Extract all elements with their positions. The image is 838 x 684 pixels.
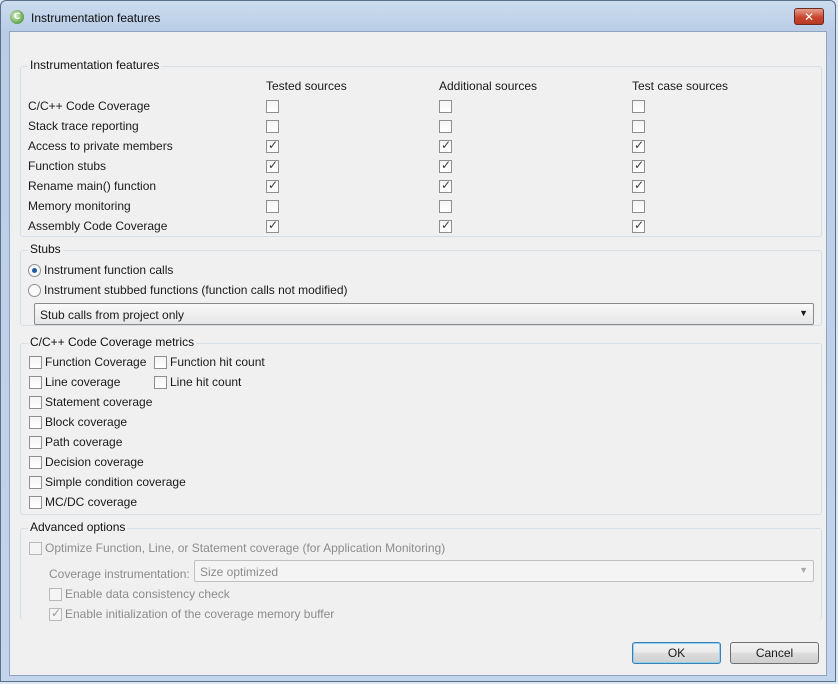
radio-instrument-stubbed-button[interactable]	[28, 284, 41, 297]
feature-checkbox[interactable]	[632, 120, 645, 133]
feature-checkbox[interactable]	[266, 100, 279, 113]
metrics-legend: C/C++ Code Coverage metrics	[28, 335, 197, 349]
enable-init-box[interactable]	[49, 606, 62, 621]
feature-row-label: Assembly Code Coverage	[28, 219, 168, 233]
radio-instrument-calls-button[interactable]	[28, 264, 41, 277]
stubs-legend: Stubs	[28, 242, 63, 256]
title-bar[interactable]: C Instrumentation features ✕	[1, 1, 835, 31]
feature-checkbox[interactable]	[266, 178, 279, 193]
feature-checkbox[interactable]	[266, 158, 279, 173]
feature-checkbox[interactable]	[266, 120, 279, 133]
feature-checkbox[interactable]	[632, 138, 645, 153]
advanced-group: Advanced options Optimize Function, Line…	[20, 520, 822, 621]
data-consistency-box[interactable]	[49, 588, 62, 601]
chevron-down-icon: ▼	[799, 308, 808, 318]
features-legend: Instrumentation features	[28, 58, 162, 72]
dialog-body: Instrumentation features Tested sources A…	[9, 31, 827, 676]
line-coverage-label: Line coverage	[45, 375, 121, 389]
enable-init-label: Enable initialization of the coverage me…	[65, 607, 335, 621]
decision-coverage-box[interactable]	[29, 456, 42, 469]
feature-checkbox[interactable]	[266, 138, 279, 153]
feature-checkbox[interactable]	[439, 158, 452, 173]
coverage-instrumentation-dropdown[interactable]: Size optimized ▼	[194, 560, 814, 582]
close-icon: ✕	[803, 10, 815, 24]
metrics-group: C/C++ Code Coverage metrics Function Cov…	[20, 335, 822, 515]
block-coverage-box[interactable]	[29, 416, 42, 429]
feature-checkbox[interactable]	[439, 200, 452, 213]
feature-checkbox[interactable]	[632, 178, 645, 193]
optimize-coverage-label: Optimize Function, Line, or Statement co…	[45, 541, 446, 555]
stubs-group: Stubs Instrument function calls Instrume…	[20, 242, 822, 326]
app-icon: C	[10, 10, 24, 24]
column-header: Additional sources	[439, 79, 538, 93]
feature-row-label: Rename main() function	[28, 179, 157, 193]
chevron-down-icon: ▼	[799, 565, 808, 575]
function-coverage-box[interactable]	[29, 356, 42, 369]
feature-checkbox[interactable]	[266, 218, 279, 233]
radio-instrument-calls-label: Instrument function calls	[44, 263, 174, 277]
optimize-coverage-box[interactable]	[29, 542, 42, 555]
feature-row-label: Access to private members	[28, 139, 173, 153]
stub-calls-dropdown[interactable]: Stub calls from project only ▼	[34, 303, 814, 325]
column-header: Tested sources	[266, 79, 347, 93]
window-title: Instrumentation features	[31, 11, 161, 25]
line-hit-count-label: Line hit count	[170, 375, 242, 389]
feature-checkbox[interactable]	[632, 158, 645, 173]
path-coverage-box[interactable]	[29, 436, 42, 449]
simple-condition-coverage-label: Simple condition coverage	[45, 475, 186, 489]
mcdc-coverage-box[interactable]	[29, 496, 42, 509]
statement-coverage-box[interactable]	[29, 396, 42, 409]
function-hit-count-box[interactable]	[154, 356, 167, 369]
feature-checkbox[interactable]	[439, 100, 452, 113]
coverage-instrumentation-label: Coverage instrumentation:	[49, 567, 190, 581]
data-consistency-label: Enable data consistency check	[65, 587, 230, 601]
function-coverage-label: Function Coverage	[45, 355, 147, 369]
feature-checkbox[interactable]	[632, 200, 645, 213]
feature-checkbox[interactable]	[439, 138, 452, 153]
statement-coverage-label: Statement coverage	[45, 395, 153, 409]
simple-condition-coverage-box[interactable]	[29, 476, 42, 489]
decision-coverage-label: Decision coverage	[45, 455, 144, 469]
feature-row-label: Memory monitoring	[28, 199, 131, 213]
feature-checkbox[interactable]	[439, 178, 452, 193]
line-coverage-box[interactable]	[29, 376, 42, 389]
feature-checkbox[interactable]	[439, 218, 452, 233]
path-coverage-label: Path coverage	[45, 435, 123, 449]
mcdc-coverage-label: MC/DC coverage	[45, 495, 138, 509]
coverage-instrumentation-value: Size optimized	[200, 565, 279, 579]
feature-row-label: Stack trace reporting	[28, 119, 139, 133]
cancel-button[interactable]: Cancel	[730, 642, 819, 664]
close-button[interactable]: ✕	[794, 8, 824, 25]
stub-calls-value: Stub calls from project only	[40, 308, 185, 322]
ok-button[interactable]: OK	[632, 642, 721, 664]
advanced-legend: Advanced options	[28, 520, 128, 534]
feature-checkbox[interactable]	[439, 120, 452, 133]
block-coverage-label: Block coverage	[45, 415, 128, 429]
feature-checkbox[interactable]	[632, 100, 645, 113]
feature-row-label: C/C++ Code Coverage	[28, 99, 151, 113]
radio-instrument-stubbed-label: Instrument stubbed functions (function c…	[44, 283, 348, 297]
feature-checkbox[interactable]	[266, 200, 279, 213]
feature-checkbox[interactable]	[632, 218, 645, 233]
feature-row-label: Function stubs	[28, 159, 107, 173]
features-group: Instrumentation features Tested sources A…	[20, 58, 822, 237]
function-hit-count-label: Function hit count	[170, 355, 265, 369]
dialog-window: C Instrumentation features ✕ Instrumenta…	[0, 0, 836, 682]
column-header: Test case sources	[632, 79, 729, 93]
line-hit-count-box[interactable]	[154, 376, 167, 389]
